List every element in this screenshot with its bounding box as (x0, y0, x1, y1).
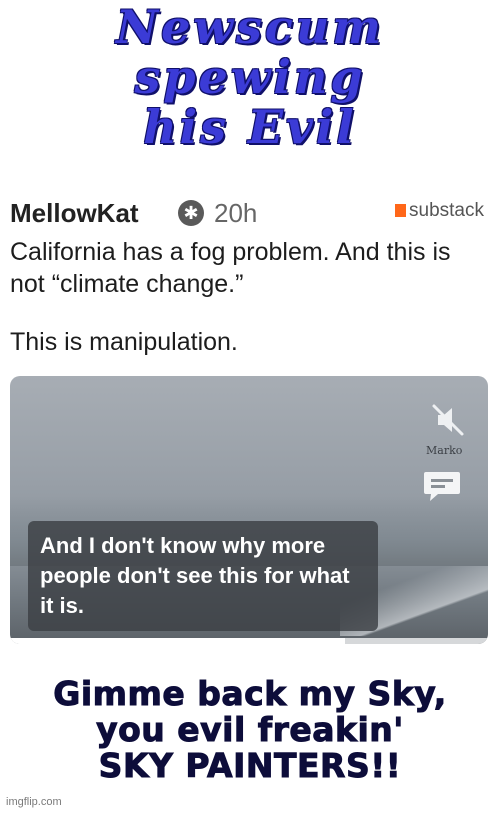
video-subtitle: And I don't know why more people don't s… (28, 521, 378, 631)
source-badge[interactable]: substack (395, 200, 484, 222)
top-caption-line-3: his Evil (143, 100, 357, 154)
post-author[interactable]: MellowKat (10, 198, 139, 229)
imgflip-credit[interactable]: imgflip.com (6, 796, 62, 808)
speaker-muted-icon[interactable] (428, 400, 468, 440)
comment-icon[interactable] (422, 468, 462, 504)
video-progress-fill (10, 638, 345, 644)
bottom-caption-line-3: SKY PAINTERS!! (98, 746, 402, 785)
post-actions-row (10, 650, 490, 668)
post-text: California has a fog problem. And this i… (10, 238, 451, 298)
bottom-meme-caption: Gimme back my Sky, you evil freakin' SKY… (20, 674, 480, 785)
post-time: 20h (214, 198, 258, 228)
substack-icon (395, 204, 406, 217)
bottom-caption-line-1: Gimme back my Sky, (53, 674, 447, 713)
post-text-2: This is manipulation. (10, 328, 238, 356)
badge-icon: ✱ (178, 200, 204, 226)
top-meme-caption: Newscum spewing his Evil (60, 2, 440, 152)
video-watermark: Marko (426, 444, 463, 457)
video-player[interactable]: Marko And I don't know why more people d… (10, 376, 488, 644)
top-caption-line-2: spewing (134, 50, 366, 104)
source-label: substack (409, 200, 484, 221)
bottom-caption-line-2: you evil freakin' (96, 710, 404, 749)
video-progress-bar[interactable] (10, 638, 488, 644)
top-caption-line-1: Newscum (116, 0, 384, 54)
